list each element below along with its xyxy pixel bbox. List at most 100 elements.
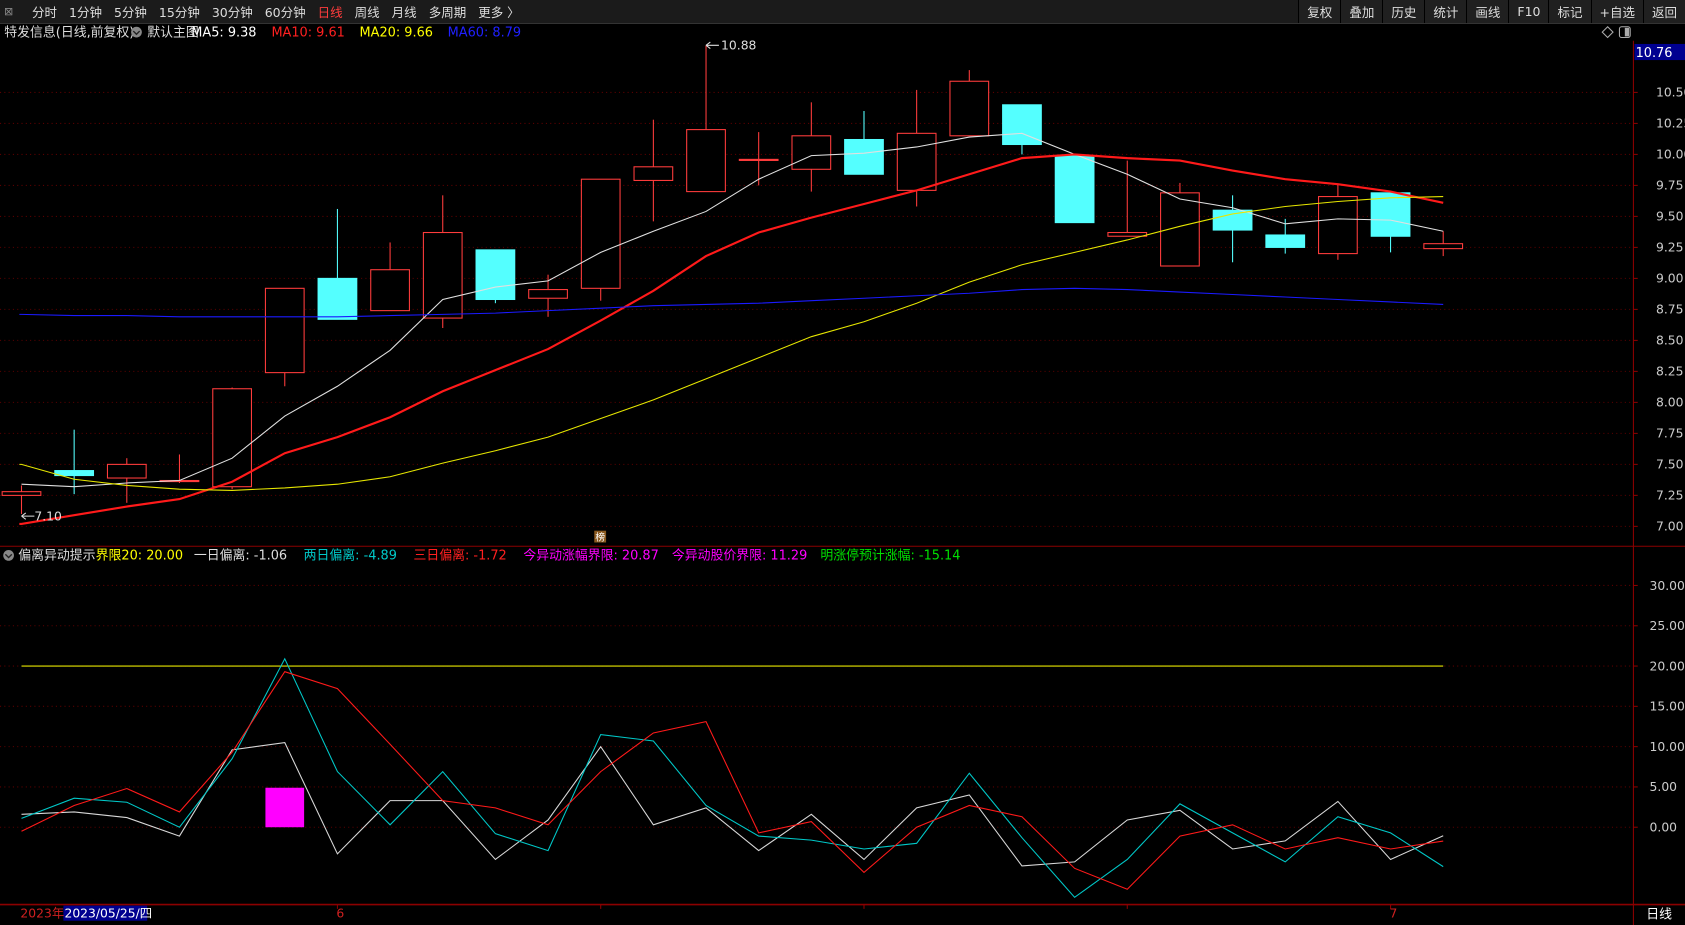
- candle-body: [580, 178, 621, 289]
- ranking-badge-glyph: 榜: [595, 531, 605, 543]
- action-button-7[interactable]: +自选: [1590, 0, 1643, 23]
- candle-body: [1423, 243, 1464, 250]
- period-tab-9[interactable]: 多周期: [423, 2, 473, 21]
- indicator-label-6: 明涨停预计涨幅: -15.14: [820, 548, 960, 564]
- indicator-y-tick-label: 15.00: [1650, 700, 1685, 714]
- candle: [686, 45, 726, 193]
- period-tab-7[interactable]: 周线: [349, 2, 386, 21]
- diamond-icon[interactable]: [1601, 26, 1614, 39]
- low-price-label: 7.10: [34, 509, 62, 523]
- period-tab-6[interactable]: 日线: [312, 2, 349, 21]
- candle: [1002, 104, 1042, 155]
- low-arrow-icon: [21, 512, 35, 520]
- period-tab-0[interactable]: 分时: [26, 2, 63, 21]
- candle-body: [1054, 155, 1095, 224]
- indicator-y-tick-label: 0.00: [1650, 821, 1678, 835]
- chevron-down-circle-icon[interactable]: [3, 550, 14, 561]
- ma-label-2: MA20: 9.66: [360, 25, 433, 40]
- candle-body: [264, 287, 305, 374]
- action-button-0[interactable]: 复权: [1298, 0, 1341, 23]
- period-tab-5[interactable]: 60分钟: [259, 2, 312, 21]
- candle-body: [686, 129, 726, 193]
- candle: [791, 102, 832, 192]
- y-tick-label: 8.00: [1656, 396, 1684, 410]
- indicator-label-0: 界限20: 20.00: [96, 549, 183, 564]
- candle-body: [475, 249, 516, 301]
- candle-body: [844, 138, 884, 175]
- indicator-line-3: [21, 671, 1444, 890]
- period-tab-4[interactable]: 30分钟: [206, 2, 259, 21]
- period-tab-8[interactable]: 月线: [386, 2, 423, 21]
- period-tab-2[interactable]: 5分钟: [108, 2, 153, 21]
- period-tab-1[interactable]: 1分钟: [63, 2, 108, 21]
- y-tick-label: 7.00: [1656, 520, 1684, 534]
- y-tick-label: 7.75: [1656, 427, 1683, 441]
- y-tick-label: 8.25: [1656, 365, 1683, 379]
- chevron-down-circle-icon[interactable]: [131, 26, 142, 38]
- y-tick-label: 7.50: [1656, 458, 1684, 472]
- indicator-bar: [265, 787, 305, 828]
- indicator-label-2: 两日偏离: -4.89: [304, 548, 397, 564]
- candle-body: [633, 166, 674, 181]
- candle: [1054, 154, 1095, 224]
- indicator-label-1: 一日偏离: -1.06: [194, 548, 287, 564]
- action-button-1[interactable]: 叠加: [1340, 0, 1383, 23]
- candle: [844, 111, 884, 175]
- indicator-y-tick-label: 25.00: [1650, 619, 1685, 633]
- y-tick-label: 8.75: [1656, 303, 1683, 317]
- indicator-label-5: 今异动股价界限: 11.29: [672, 548, 807, 564]
- period-label: 日线: [1646, 908, 1672, 923]
- candle: [1160, 182, 1200, 267]
- candle-body: [791, 135, 832, 170]
- candle-body: [212, 388, 252, 488]
- candle: [1107, 160, 1148, 237]
- candle: [475, 249, 516, 304]
- candle: [159, 454, 200, 483]
- action-button-6[interactable]: 标记: [1548, 0, 1591, 23]
- candle-body: [370, 269, 410, 312]
- action-button-8[interactable]: 返回: [1642, 0, 1685, 23]
- y-tick-label: 7.25: [1656, 489, 1683, 503]
- indicator-label-3: 三日偏离: -1.72: [414, 548, 507, 564]
- panel-collapse-icon[interactable]: ⊠: [4, 5, 22, 19]
- candle: [1423, 231, 1464, 257]
- indicator-label-4: 今异动涨幅界限: 20.87: [523, 548, 658, 564]
- candle-body: [1265, 234, 1306, 248]
- year-label: 2023年: [20, 906, 64, 920]
- y-tick-label: 9.25: [1656, 241, 1683, 255]
- period-toolbar: ⊠ 分时 1分钟 5分钟 15分钟 30分钟 60分钟 日线 周线 月线 多周期 更多 〉 复权 叠加…: [0, 0, 1685, 24]
- kline-chart[interactable]: 特发信息(日线,前复权) 默认主图 MA5: 9.38 MA10: 9.61 MA2…: [0, 23, 1685, 925]
- indicator-y-tick-label: 10.00: [1650, 740, 1685, 754]
- candle: [633, 119, 674, 222]
- indicator-title: 偏离异动提示: [18, 548, 95, 564]
- action-button-2[interactable]: 历史: [1382, 0, 1425, 23]
- action-button-4[interactable]: 画线: [1466, 0, 1509, 23]
- candle: [580, 178, 621, 301]
- action-button-5[interactable]: F10: [1508, 0, 1549, 23]
- cursor-date: 2023/05/25/四: [64, 906, 152, 920]
- month-label-6: 6: [336, 906, 344, 920]
- month-label-7: 7: [1389, 906, 1397, 920]
- indicator-y-tick-label: 30.00: [1650, 579, 1685, 593]
- high-price-label: 10.88: [721, 39, 756, 53]
- ma-label-3: MA60: 8.79: [448, 25, 521, 40]
- action-button-3[interactable]: 统计: [1424, 0, 1467, 23]
- candle-body: [738, 158, 779, 161]
- candle: [54, 429, 95, 495]
- candle: [370, 242, 410, 312]
- ma-line-ma60: [19, 287, 1444, 318]
- current-price-label: 10.76: [1636, 46, 1673, 61]
- period-tab-3[interactable]: 15分钟: [153, 2, 206, 21]
- candle: [106, 458, 147, 503]
- y-tick-label: 8.50: [1656, 334, 1684, 348]
- period-tab-10[interactable]: 更多 〉: [472, 2, 525, 21]
- candle-body: [1, 491, 42, 496]
- y-tick-label: 10.50: [1656, 86, 1685, 100]
- candle: [1318, 184, 1358, 260]
- candle-body: [1318, 196, 1358, 255]
- stock-title: 特发信息(日线,前复权): [4, 24, 134, 40]
- candle: [949, 70, 990, 137]
- ma-label-1: MA10: 9.61: [271, 25, 344, 40]
- candle-body: [422, 231, 463, 319]
- indicator-y-tick-label: 5.00: [1650, 780, 1678, 794]
